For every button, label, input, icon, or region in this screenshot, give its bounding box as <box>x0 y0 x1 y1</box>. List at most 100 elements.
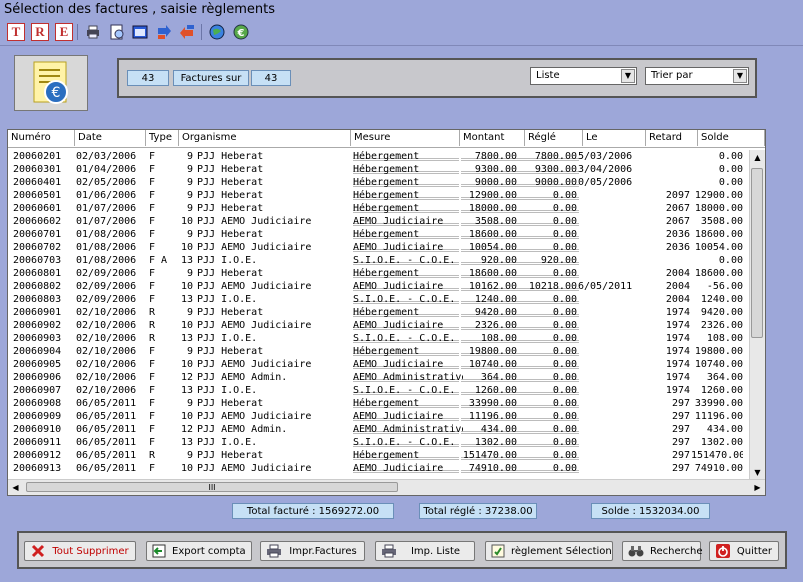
table-row[interactable]: 20060801 02/09/2006 F 9 PJJ Heberat Hébergeme… <box>8 267 749 280</box>
table-cell: 02/10/2006 <box>76 359 137 370</box>
column-header[interactable]: Le <box>583 130 646 146</box>
search-button[interactable]: Recherche <box>622 541 703 561</box>
vertical-scrollbar[interactable]: ▲ ▼ <box>749 150 765 480</box>
column-header[interactable]: Date <box>75 130 146 146</box>
table-cell: Hébergement <box>353 346 420 357</box>
arrow-down-right-icon[interactable] <box>155 23 173 41</box>
table-row[interactable]: 20060907 02/10/2006 F 13 PJJ I.O.E. S.I.O.E. … <box>8 384 749 397</box>
table-cell: 20060801 <box>13 268 62 279</box>
table-row[interactable]: 20060910 06/05/2011 F 12 PJJ AEMO Admin. AEMO… <box>8 423 749 436</box>
scroll-right-icon[interactable]: ▶ <box>750 480 765 495</box>
table-row[interactable]: 20060906 02/10/2006 F 12 PJJ AEMO Admin. AEMO… <box>8 371 749 384</box>
t-report-icon[interactable]: T <box>7 23 25 41</box>
table-cell: 0.00 <box>552 216 577 227</box>
table-row[interactable]: 20060902 02/10/2006 R 10 PJJ AEMO Judiciaire… <box>8 319 749 332</box>
table-cell: 0.00 <box>552 190 577 201</box>
table-cell: 13 <box>180 294 193 305</box>
table-cell: 9 <box>186 268 193 279</box>
filter-panel: 43 Factures sur 43 Liste ▼ Trier par ▼ <box>117 58 757 98</box>
table-cell: 9420.00 <box>474 307 517 318</box>
table-cell: 0.00 <box>718 164 743 175</box>
column-header[interactable]: Montant <box>460 130 525 146</box>
column-header[interactable]: Solde <box>698 130 765 146</box>
list-select[interactable]: Liste ▼ <box>530 67 637 85</box>
payment-selection-button[interactable]: règlement Sélection <box>485 541 613 561</box>
table-cell: 2036 <box>665 229 690 240</box>
table-header: Numéro Date Type Organisme Mesure Montant Régl… <box>8 130 765 148</box>
column-header[interactable]: Mesure <box>351 130 460 146</box>
column-header[interactable]: Numéro <box>8 130 75 146</box>
table-row[interactable]: 20060501 01/06/2006 F 9 PJJ Heberat Hébergeme… <box>8 189 749 202</box>
table-cell: PJJ AEMO Admin. <box>197 424 288 435</box>
table-row[interactable]: 20060903 02/10/2006 R 13 PJJ I.O.E. S.I.O.E. … <box>8 332 749 345</box>
vertical-scroll-thumb[interactable] <box>751 168 763 338</box>
table-cell: 9 <box>186 450 193 461</box>
r-report-icon[interactable]: R <box>31 23 49 41</box>
quit-button[interactable]: Quitter <box>709 541 779 561</box>
export-button[interactable]: Export compta <box>146 541 252 561</box>
table-row[interactable]: 20060301 01/04/2006 F 9 PJJ Heberat Hébergeme… <box>8 163 749 176</box>
sort-select[interactable]: Trier par ▼ <box>645 67 749 85</box>
table-row[interactable]: 20060803 02/09/2006 F 13 PJJ I.O.E. S.I.O.E. … <box>8 293 749 306</box>
scroll-left-icon[interactable]: ◀ <box>8 480 23 495</box>
delete-all-button[interactable]: Tout Supprimer <box>24 541 136 561</box>
table-row[interactable]: 20060904 02/10/2006 F 9 PJJ Heberat Hébergeme… <box>8 345 749 358</box>
table-row[interactable]: 20060602 01/07/2006 F 10 PJJ AEMO Judiciaire… <box>8 215 749 228</box>
table-row[interactable]: 20060201 02/03/2006 F 9 PJJ Heberat Hébergeme… <box>8 150 749 163</box>
table-cell: 20060909 <box>13 411 62 422</box>
table-row[interactable]: 20060909 06/05/2011 F 10 PJJ AEMO Judiciaire… <box>8 410 749 423</box>
print-list-button[interactable]: Imp. Liste <box>375 541 475 561</box>
chevron-down-icon[interactable]: ▼ <box>733 69 747 83</box>
table-cell: Hébergement <box>353 190 420 201</box>
table-cell: 5/03/2006 <box>578 151 633 162</box>
print-invoices-button[interactable]: Impr.Factures <box>260 541 365 561</box>
table-cell: 9 <box>186 229 193 240</box>
globe-icon[interactable] <box>208 23 226 41</box>
table-row[interactable]: 20060905 02/10/2006 F 10 PJJ AEMO Judiciaire… <box>8 358 749 371</box>
column-header[interactable]: Organisme <box>179 130 351 146</box>
table-cell: 18600.00 <box>468 229 517 240</box>
horizontal-scroll-thumb[interactable]: III <box>26 482 398 492</box>
column-header[interactable]: Réglé <box>525 130 583 146</box>
table-cell: 20060913 <box>13 463 62 474</box>
table-cell: 0/05/2006 <box>578 177 633 188</box>
arrow-up-left-icon[interactable] <box>178 23 196 41</box>
power-icon <box>715 544 731 558</box>
table-row[interactable]: 20060911 06/05/2011 F 13 PJJ I.O.E. S.I.O.E. … <box>8 436 749 449</box>
scroll-up-icon[interactable]: ▲ <box>750 150 765 165</box>
table-cell: 9 <box>186 151 193 162</box>
table-row[interactable]: 20060802 02/09/2006 F 10 PJJ AEMO Judiciaire… <box>8 280 749 293</box>
table-cell: 20060911 <box>13 437 62 448</box>
table-cell: 1974 <box>665 385 690 396</box>
table-row[interactable]: 20060901 02/10/2006 R 9 PJJ Heberat Hébergeme… <box>8 306 749 319</box>
table-row[interactable]: 20060601 01/07/2006 F 9 PJJ Heberat Hébergeme… <box>8 202 749 215</box>
table-cell: 297 <box>671 463 690 474</box>
e-report-icon[interactable]: E <box>55 23 73 41</box>
table-cell: 2097 <box>665 190 690 201</box>
column-header[interactable]: Type <box>146 130 179 146</box>
table-row[interactable]: 20060703 01/08/2006 F A 13 PJJ I.O.E. S.I.O.E… <box>8 254 749 267</box>
chevron-down-icon[interactable]: ▼ <box>621 69 635 83</box>
window-icon[interactable] <box>131 23 149 41</box>
preview-icon[interactable] <box>108 23 126 41</box>
table-cell: PJJ Heberat <box>197 346 264 357</box>
table-cell: 0.00 <box>552 333 577 344</box>
table-row[interactable]: 20060701 01/08/2006 F 9 PJJ Heberat Hébergeme… <box>8 228 749 241</box>
table-row[interactable]: 20060702 01/08/2006 F 10 PJJ AEMO Judiciaire… <box>8 241 749 254</box>
table-row[interactable]: 20060912 06/05/2011 R 9 PJJ Heberat Hébergeme… <box>8 449 749 462</box>
table-cell: 9300.00 <box>534 164 577 175</box>
table-cell: 151470.00 <box>462 450 517 461</box>
table-row[interactable]: 20060401 02/05/2006 F 9 PJJ Heberat Hébergeme… <box>8 176 749 189</box>
table-row[interactable]: 20060908 06/05/2011 F 9 PJJ Heberat Hébergeme… <box>8 397 749 410</box>
table-cell: 2004 <box>665 268 690 279</box>
scroll-down-icon[interactable]: ▼ <box>750 465 765 480</box>
column-header[interactable]: Retard <box>646 130 698 146</box>
table-cell: 20060803 <box>13 294 62 305</box>
euro-coin-icon[interactable]: € <box>232 23 250 41</box>
table-row[interactable]: 20060913 06/05/2011 F 10 PJJ AEMO Judiciaire… <box>8 462 749 475</box>
horizontal-scrollbar[interactable]: ◀ III ▶ <box>8 479 765 495</box>
table-cell: S.I.O.E. - C.O.E. <box>353 333 456 344</box>
table-cell: 20060602 <box>13 216 62 227</box>
table-cell: 20060912 <box>13 450 62 461</box>
print-icon[interactable] <box>84 23 102 41</box>
